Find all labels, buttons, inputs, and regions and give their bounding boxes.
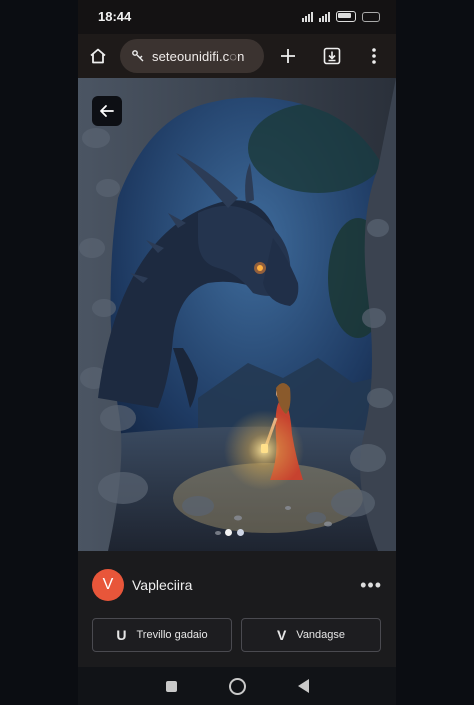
site-settings-icon[interactable] — [130, 48, 146, 64]
recents-button[interactable] — [165, 680, 177, 692]
magnet-icon: U — [116, 627, 127, 643]
arrow-left-icon — [100, 105, 114, 117]
more-options-button[interactable]: ••• — [360, 575, 382, 596]
system-nav-bar — [78, 667, 396, 705]
action-button-1-label: Trevillo gadaio — [136, 629, 208, 641]
hero-image[interactable] — [78, 78, 396, 551]
dragon-cave-illustration — [78, 78, 396, 551]
plus-icon — [281, 49, 295, 63]
carousel-dot-2[interactable] — [237, 529, 244, 536]
status-time: 18:44 — [98, 9, 132, 24]
home-button[interactable] — [84, 42, 112, 70]
profile-name[interactable]: Vapleciira — [132, 577, 192, 593]
download-button[interactable] — [318, 42, 346, 70]
carousel-indicator[interactable] — [225, 529, 244, 536]
new-tab-button[interactable] — [274, 42, 302, 70]
carousel-dot-1[interactable] — [225, 529, 232, 536]
home-icon — [90, 48, 106, 64]
status-icons — [302, 11, 380, 22]
status-bar: 18:44 — [78, 0, 396, 34]
battery-icon — [336, 11, 356, 22]
browser-toolbar: seteounidifi.c◌n — [78, 34, 396, 78]
post-panel: V Vapleciira ••• U Trevillo gadaio V Van… — [78, 551, 396, 667]
home-nav-button[interactable] — [228, 677, 246, 695]
signal-icon — [302, 11, 313, 22]
back-button[interactable] — [92, 96, 122, 126]
action-button-1[interactable]: U Trevillo gadaio — [92, 618, 232, 652]
chevron-v-icon: V — [276, 627, 287, 643]
battery-2-icon — [362, 11, 380, 22]
signal-2-icon — [319, 11, 330, 22]
address-bar[interactable]: seteounidifi.c◌n — [120, 39, 264, 73]
back-nav-button[interactable] — [297, 679, 309, 693]
download-icon — [323, 47, 341, 65]
kebab-menu-icon — [372, 48, 376, 64]
menu-button[interactable] — [360, 42, 388, 70]
phone-screen: 18:44 seteounidifi.c◌n V Vapleciira ••• … — [78, 0, 396, 705]
avatar[interactable]: V — [92, 569, 124, 601]
action-button-2-label: Vandagse — [296, 629, 346, 641]
url-text: seteounidifi.c◌n — [152, 48, 245, 64]
action-button-2[interactable]: V Vandagse — [241, 618, 381, 652]
